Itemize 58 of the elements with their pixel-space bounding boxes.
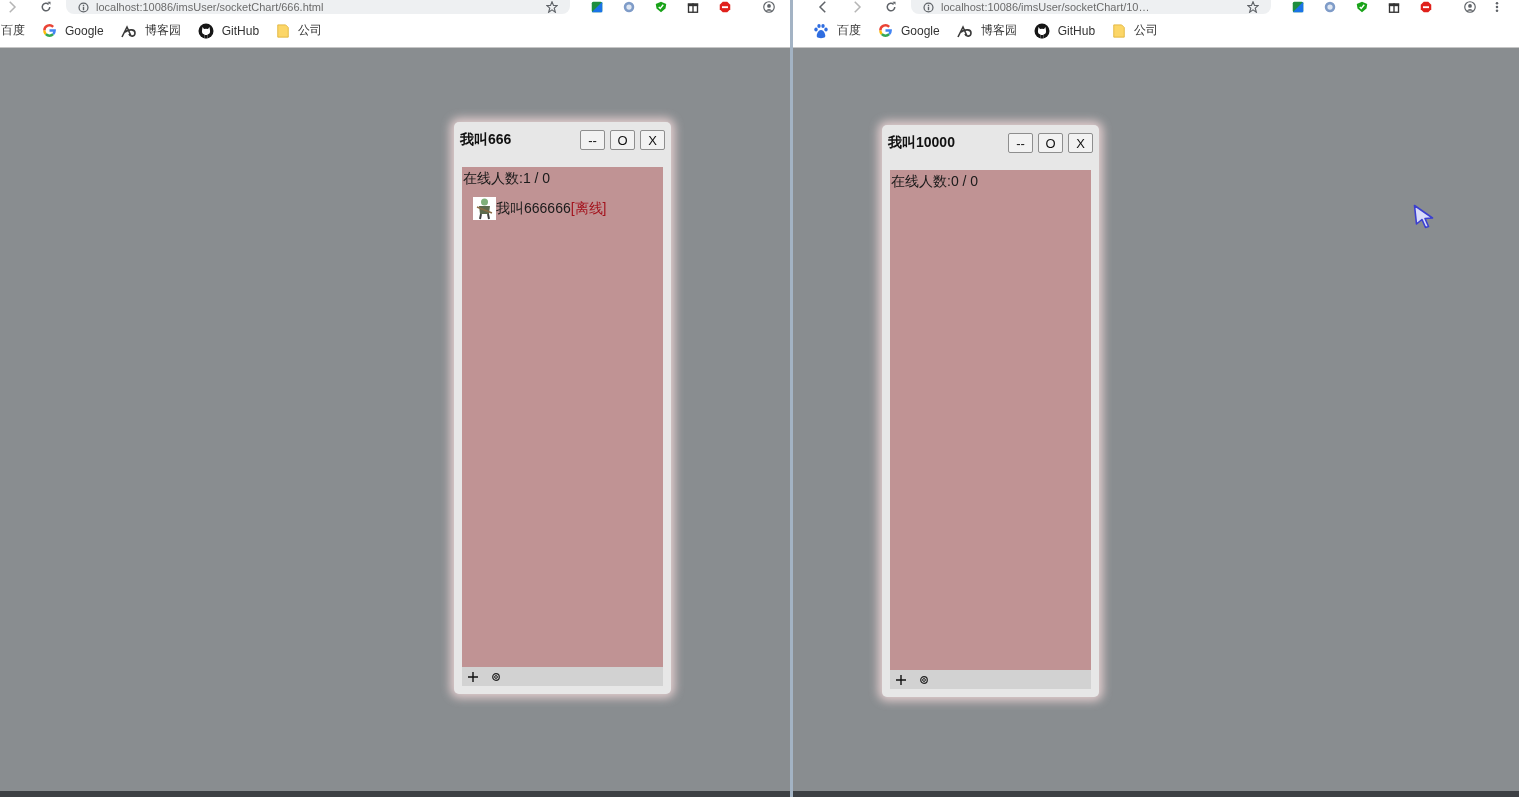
user-status: [离线] <box>570 199 607 218</box>
online-count: 在线人数:0 / 0 <box>891 173 980 189</box>
bookmark-link[interactable]: Google <box>878 23 940 38</box>
shield-icon[interactable] <box>654 1 668 13</box>
target-icon <box>492 672 500 681</box>
maximize-button[interactable]: O <box>610 130 635 150</box>
plus-icon <box>468 671 478 682</box>
online-count: 在线人数:1 / 0 <box>463 170 552 186</box>
chat-title: 我叫10000 <box>888 134 955 152</box>
letter-g-icon <box>42 23 57 38</box>
avatar-figure-icon <box>473 197 496 220</box>
bookmark-link[interactable]: Google <box>42 23 104 38</box>
person-icon[interactable] <box>762 1 776 13</box>
info-icon <box>923 1 934 13</box>
octagon-icon[interactable] <box>718 1 732 13</box>
bookmark-link[interactable]: 公司 <box>276 22 323 39</box>
bookmark-link[interactable]: 博客园 <box>956 22 1017 39</box>
letter-g-icon <box>878 23 893 38</box>
circle-app-icon[interactable] <box>1323 1 1337 13</box>
reload-icon[interactable] <box>885 1 897 13</box>
box-icon[interactable] <box>686 1 700 13</box>
bookmark-link[interactable]: GitHub <box>1033 22 1096 39</box>
more-icon[interactable] <box>1495 1 1499 13</box>
octagon-icon[interactable] <box>1419 1 1433 13</box>
close-button[interactable]: X <box>1068 133 1093 153</box>
target-icon <box>920 675 928 684</box>
bookmark-link[interactable]: 公司 <box>1112 22 1159 39</box>
square-app-icon[interactable] <box>1291 1 1305 13</box>
address-bar[interactable]: localhost:10086/imsUser/socketChart/10… <box>911 0 1271 14</box>
plus-icon <box>896 674 906 685</box>
user-name[interactable]: 我叫666666 <box>496 199 571 218</box>
bookmark-link[interactable]: 百度 <box>813 22 861 39</box>
add-button[interactable] <box>896 674 906 685</box>
paw-icon <box>813 22 829 39</box>
minimize-button[interactable]: -- <box>580 130 605 150</box>
square-app-icon[interactable] <box>590 1 604 13</box>
maximize-button[interactable]: O <box>1038 133 1063 153</box>
target-button[interactable] <box>492 672 500 681</box>
info-icon <box>78 1 89 13</box>
shield-icon[interactable] <box>1355 1 1369 13</box>
box-icon[interactable] <box>1387 1 1401 13</box>
cat-logo-icon <box>1033 22 1050 39</box>
cat-logo-icon <box>197 22 214 39</box>
bookmark-link[interactable]: GitHub <box>197 22 260 39</box>
star-icon[interactable] <box>1247 1 1259 13</box>
folder-icon <box>276 22 291 39</box>
reload-icon[interactable] <box>40 1 52 13</box>
bookmark-link[interactable]: 百度 <box>1 22 25 39</box>
minimize-button[interactable]: -- <box>1008 133 1033 153</box>
folder-icon <box>1112 22 1127 39</box>
add-button[interactable] <box>468 671 478 682</box>
chat-title: 我叫666 <box>460 131 512 149</box>
star-icon[interactable] <box>546 1 558 13</box>
person-icon[interactable] <box>1463 1 1477 13</box>
circle-app-icon[interactable] <box>622 1 636 13</box>
bookmark-link[interactable]: 博客园 <box>120 22 181 39</box>
target-button[interactable] <box>920 675 928 684</box>
close-button[interactable]: X <box>640 130 665 150</box>
